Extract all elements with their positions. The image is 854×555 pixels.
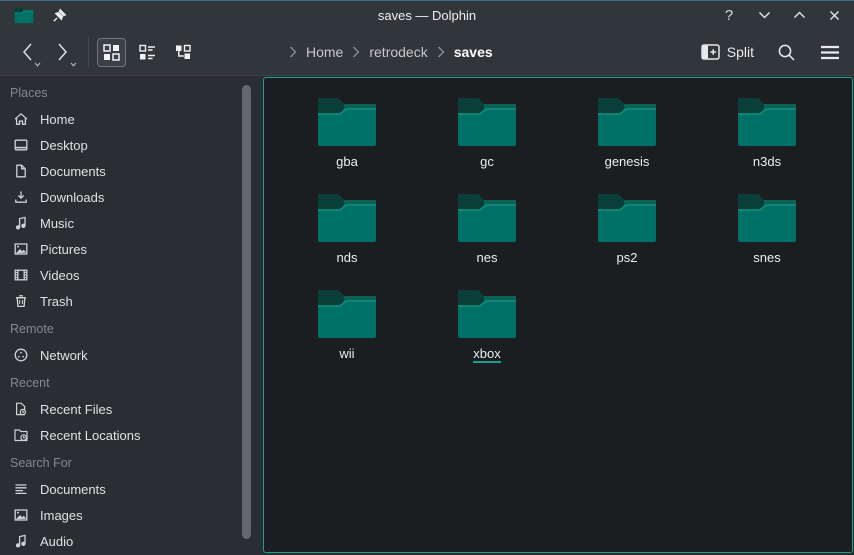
details-view-button[interactable] — [133, 38, 162, 67]
video-icon — [13, 267, 29, 283]
section-header-places: Places — [0, 84, 238, 106]
folder-item-gc[interactable]: gc — [417, 89, 557, 185]
minimize-button[interactable] — [756, 7, 772, 23]
sidebar-scrollbar-thumb[interactable] — [242, 85, 251, 539]
dolphin-window: saves — Dolphin ? — [0, 0, 854, 555]
breadcrumb-current[interactable]: saves — [454, 44, 493, 60]
folder-item-wii[interactable]: wii — [277, 281, 417, 377]
folder-item-snes[interactable]: snes — [697, 185, 837, 281]
section-header-search-for: Search For — [0, 448, 238, 476]
dolphin-app-folder-icon — [14, 7, 34, 24]
network-icon — [13, 347, 29, 363]
download-icon — [13, 189, 29, 205]
folder-item-ps2[interactable]: ps2 — [557, 185, 697, 281]
help-button[interactable]: ? — [721, 7, 737, 23]
search-icon[interactable] — [774, 40, 798, 64]
recent-file-icon — [13, 401, 29, 417]
sidebar-item-recent-files[interactable]: Recent Files — [0, 396, 238, 422]
folder-name: gc — [480, 154, 494, 169]
folder-item-nes[interactable]: nes — [417, 185, 557, 281]
toolbar-separator — [88, 37, 89, 67]
titlebar: saves — Dolphin ? — [0, 1, 854, 29]
split-icon — [701, 44, 720, 60]
folder-item-xbox[interactable]: xbox — [417, 281, 557, 377]
split-label: Split — [727, 44, 754, 60]
folder-item-gba[interactable]: gba — [277, 89, 417, 185]
folder-icon — [596, 96, 658, 148]
folder-icon — [316, 96, 378, 148]
sidebar-item-downloads[interactable]: Downloads — [0, 184, 238, 210]
folder-view[interactable]: gba gc genesis n3ds nds — [263, 77, 853, 553]
tree-view-button[interactable] — [169, 38, 198, 67]
folder-icon — [736, 192, 798, 244]
desktop-icon — [13, 137, 29, 153]
section-header-remote: Remote — [0, 314, 238, 342]
folder-item-nds[interactable]: nds — [277, 185, 417, 281]
sidebar-item-search-audio[interactable]: Audio — [0, 528, 238, 554]
folder-name: gba — [336, 154, 358, 169]
icons-view-button[interactable] — [97, 38, 126, 67]
sidebar-item-documents[interactable]: Documents — [0, 158, 238, 184]
maximize-button[interactable] — [791, 7, 807, 23]
document-icon — [13, 163, 29, 179]
folder-icon — [316, 192, 378, 244]
folder-icon — [456, 96, 518, 148]
sidebar-item-music[interactable]: Music — [0, 210, 238, 236]
folder-icon — [456, 288, 518, 340]
window-body: Places Home Desktop Documents Downloads … — [0, 76, 854, 555]
window-controls: ? — [721, 7, 844, 23]
forward-dropdown-icon — [70, 62, 77, 67]
trash-icon — [13, 293, 29, 309]
folder-name: nds — [337, 250, 358, 265]
folder-name: xbox — [473, 346, 500, 363]
split-button[interactable]: Split — [701, 44, 754, 60]
hamburger-menu-icon[interactable] — [818, 40, 842, 64]
folder-icon — [316, 288, 378, 340]
forward-button[interactable] — [48, 35, 78, 69]
back-button[interactable] — [12, 35, 42, 69]
picture-icon — [13, 241, 29, 257]
folder-icon — [456, 192, 518, 244]
close-button[interactable] — [826, 7, 842, 23]
sidebar-item-trash[interactable]: Trash — [0, 288, 238, 314]
folder-item-genesis[interactable]: genesis — [557, 89, 697, 185]
back-dropdown-icon — [34, 62, 41, 67]
image-icon — [13, 507, 29, 523]
section-header-recent: Recent — [0, 368, 238, 396]
sidebar-item-network[interactable]: Network — [0, 342, 238, 368]
folder-item-n3ds[interactable]: n3ds — [697, 89, 837, 185]
breadcrumb-separator-icon — [352, 46, 360, 58]
folder-grid: gba gc genesis n3ds nds — [264, 78, 852, 377]
breadcrumb: Home retrodeck saves — [289, 44, 493, 60]
sidebar-item-videos[interactable]: Videos — [0, 262, 238, 288]
toolbar-right: Split — [701, 40, 842, 64]
pin-icon[interactable] — [52, 8, 67, 23]
sidebar-item-desktop[interactable]: Desktop — [0, 132, 238, 158]
music-note-icon — [13, 215, 29, 231]
sidebar-scrollbar — [238, 76, 258, 555]
sidebar-item-pictures[interactable]: Pictures — [0, 236, 238, 262]
folder-name: wii — [339, 346, 354, 361]
folder-name: genesis — [605, 154, 650, 169]
home-icon — [13, 111, 29, 127]
sidebar-item-search-images[interactable]: Images — [0, 502, 238, 528]
audio-note-icon — [13, 533, 29, 549]
toolbar: Home retrodeck saves Split — [0, 29, 854, 76]
folder-name: ps2 — [617, 250, 638, 265]
folder-name: n3ds — [753, 154, 781, 169]
folder-icon — [596, 192, 658, 244]
folder-icon — [736, 96, 798, 148]
breadcrumb-separator-icon — [437, 46, 445, 58]
sidebar-item-recent-locations[interactable]: Recent Locations — [0, 422, 238, 448]
folder-name: nes — [477, 250, 498, 265]
sidebar-item-home[interactable]: Home — [0, 106, 238, 132]
folder-name: snes — [753, 250, 780, 265]
breadcrumb-retrodeck[interactable]: retrodeck — [369, 44, 427, 60]
text-lines-icon — [13, 481, 29, 497]
recent-folder-icon — [13, 427, 29, 443]
breadcrumb-separator-icon — [289, 46, 297, 58]
sidebar-item-search-documents[interactable]: Documents — [0, 476, 238, 502]
places-panel: Places Home Desktop Documents Downloads … — [0, 76, 238, 555]
breadcrumb-home[interactable]: Home — [306, 44, 343, 60]
